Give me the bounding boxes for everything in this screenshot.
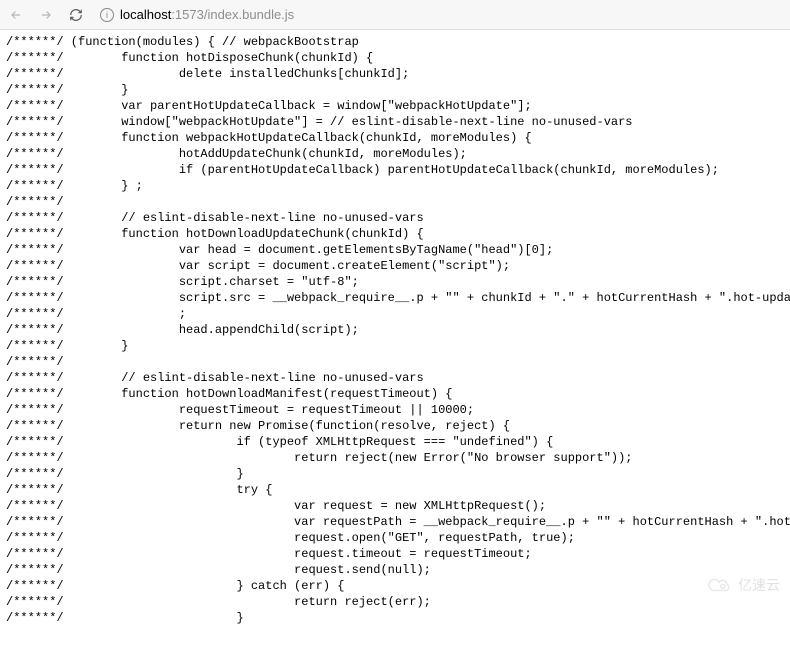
forward-button[interactable] [36, 5, 56, 25]
arrow-left-icon [9, 8, 23, 22]
url-bar[interactable]: i localhost:1573/index.bundle.js [96, 7, 784, 22]
arrow-right-icon [39, 8, 53, 22]
reload-button[interactable] [66, 5, 86, 25]
url-host: localhost [120, 7, 171, 22]
source-code: /******/ (function(modules) { // webpack… [0, 30, 790, 646]
browser-toolbar: i localhost:1573/index.bundle.js [0, 0, 790, 30]
reload-icon [69, 8, 83, 22]
info-icon[interactable]: i [100, 8, 114, 22]
back-button[interactable] [6, 5, 26, 25]
url-path: :1573/index.bundle.js [171, 7, 294, 22]
